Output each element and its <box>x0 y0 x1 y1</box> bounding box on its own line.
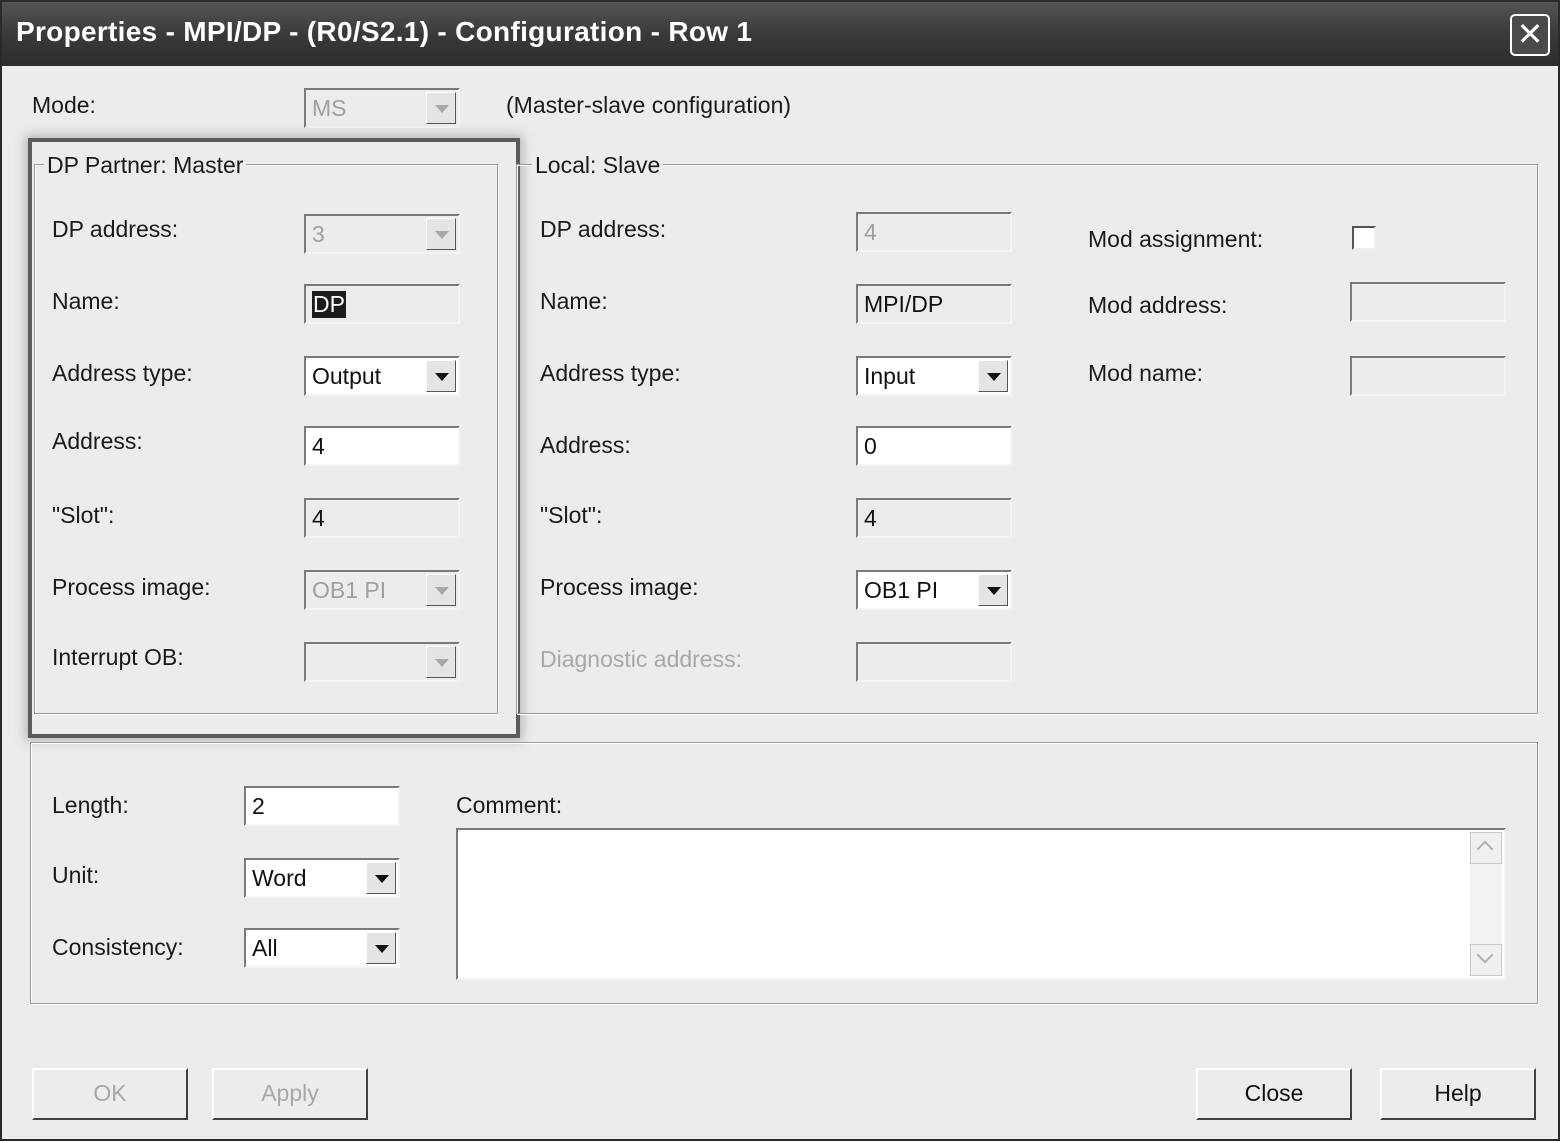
properties-dialog: Properties - MPI/DP - (R0/S2.1) - Config… <box>0 0 1560 1141</box>
local-process-image-label: Process image: <box>540 574 699 600</box>
chevron-down-icon <box>426 646 456 678</box>
mode-select: MS <box>304 88 460 128</box>
length-label: Length: <box>52 792 129 818</box>
consistency-select[interactable]: All <box>244 928 400 968</box>
local-address-label: Address: <box>540 432 631 458</box>
local-name-label: Name: <box>540 288 608 314</box>
partner-dp-address-label: DP address: <box>52 216 179 242</box>
partner-name-field[interactable]: DP <box>304 284 460 324</box>
partner-dp-address-value: 3 <box>312 221 325 247</box>
partner-process-image-label: Process image: <box>52 574 211 600</box>
unit-value: Word <box>252 865 307 891</box>
length-value: 2 <box>252 793 265 819</box>
mod-address-label: Mod address: <box>1088 292 1228 318</box>
local-dp-address-label: DP address: <box>540 216 667 242</box>
chevron-down-icon[interactable] <box>978 574 1008 606</box>
mode-description: (Master-slave configuration) <box>506 92 792 118</box>
mode-value: MS <box>312 95 347 121</box>
partner-address-type-select[interactable]: Output <box>304 356 460 396</box>
consistency-value: All <box>252 935 278 961</box>
unit-label: Unit: <box>52 862 100 888</box>
window-title: Properties - MPI/DP - (R0/S2.1) - Config… <box>16 16 753 47</box>
mode-label: Mode: <box>32 92 96 118</box>
chevron-down-icon <box>426 92 456 124</box>
chevron-down-icon <box>426 218 456 250</box>
local-diagnostic-address-field <box>856 642 1012 682</box>
apply-button[interactable]: Apply <box>212 1068 368 1120</box>
partner-name-value: DP <box>312 291 346 318</box>
partner-address-type-label: Address type: <box>52 360 193 386</box>
title-bar[interactable]: Properties - MPI/DP - (R0/S2.1) - Config… <box>2 2 1558 66</box>
partner-address-value: 4 <box>312 433 325 459</box>
partner-address-type-value: Output <box>312 363 382 389</box>
partner-name-label: Name: <box>52 288 120 314</box>
local-address-value: 0 <box>864 433 877 459</box>
partner-interrupt-ob-select <box>304 642 460 682</box>
mod-name-field <box>1350 356 1506 396</box>
local-slave-group <box>516 164 1538 714</box>
local-name-field[interactable]: MPI/DP <box>856 284 1012 324</box>
local-dp-address-field: 4 <box>856 212 1012 252</box>
local-name-value: MPI/DP <box>864 291 944 317</box>
chevron-down-icon[interactable] <box>366 862 396 894</box>
comment-label: Comment: <box>456 792 563 818</box>
local-process-image-value: OB1 PI <box>864 577 939 603</box>
partner-process-image-select: OB1 PI <box>304 570 460 610</box>
partner-process-image-value: OB1 PI <box>312 577 387 603</box>
local-address-type-select[interactable]: Input <box>856 356 1012 396</box>
scroll-down-icon[interactable] <box>1470 944 1502 976</box>
mod-assignment-checkbox[interactable] <box>1352 226 1376 250</box>
partner-dp-address-select: 3 <box>304 214 460 254</box>
local-slot-field: 4 <box>856 498 1012 538</box>
unit-select[interactable]: Word <box>244 858 400 898</box>
partner-slot-value: 4 <box>312 505 325 531</box>
comment-textarea[interactable] <box>456 828 1506 980</box>
chevron-down-icon[interactable] <box>366 932 396 964</box>
dialog-client-area: Mode: MS (Master-slave configuration) DP… <box>6 66 1556 1138</box>
comment-scrollbar[interactable] <box>1470 832 1502 976</box>
mod-name-label: Mod name: <box>1088 360 1204 386</box>
mod-assignment-label: Mod assignment: <box>1088 226 1264 252</box>
scroll-up-icon[interactable] <box>1470 832 1502 864</box>
local-slot-label: "Slot": <box>540 502 603 528</box>
chevron-down-icon[interactable] <box>426 360 456 392</box>
partner-address-input[interactable]: 4 <box>304 426 460 466</box>
partner-slot-label: "Slot": <box>52 502 115 528</box>
chevron-down-icon[interactable] <box>978 360 1008 392</box>
local-process-image-select[interactable]: OB1 PI <box>856 570 1012 610</box>
partner-slot-field: 4 <box>304 498 460 538</box>
chevron-down-icon <box>426 574 456 606</box>
close-icon[interactable]: ✕ <box>1510 14 1550 56</box>
consistency-label: Consistency: <box>52 934 184 960</box>
partner-address-label: Address: <box>52 428 143 454</box>
mod-address-field <box>1350 282 1506 322</box>
local-diagnostic-address-label: Diagnostic address: <box>540 646 742 672</box>
length-input[interactable]: 2 <box>244 786 400 826</box>
local-slave-group-title: Local: Slave <box>532 152 664 179</box>
partner-interrupt-ob-label: Interrupt OB: <box>52 644 184 670</box>
local-address-type-value: Input <box>864 363 916 389</box>
local-dp-address-value: 4 <box>864 219 877 245</box>
local-address-type-label: Address type: <box>540 360 681 386</box>
ok-button[interactable]: OK <box>32 1068 188 1120</box>
local-address-input[interactable]: 0 <box>856 426 1012 466</box>
close-button[interactable]: Close <box>1196 1068 1352 1120</box>
help-button[interactable]: Help <box>1380 1068 1536 1120</box>
local-slot-value: 4 <box>864 505 877 531</box>
